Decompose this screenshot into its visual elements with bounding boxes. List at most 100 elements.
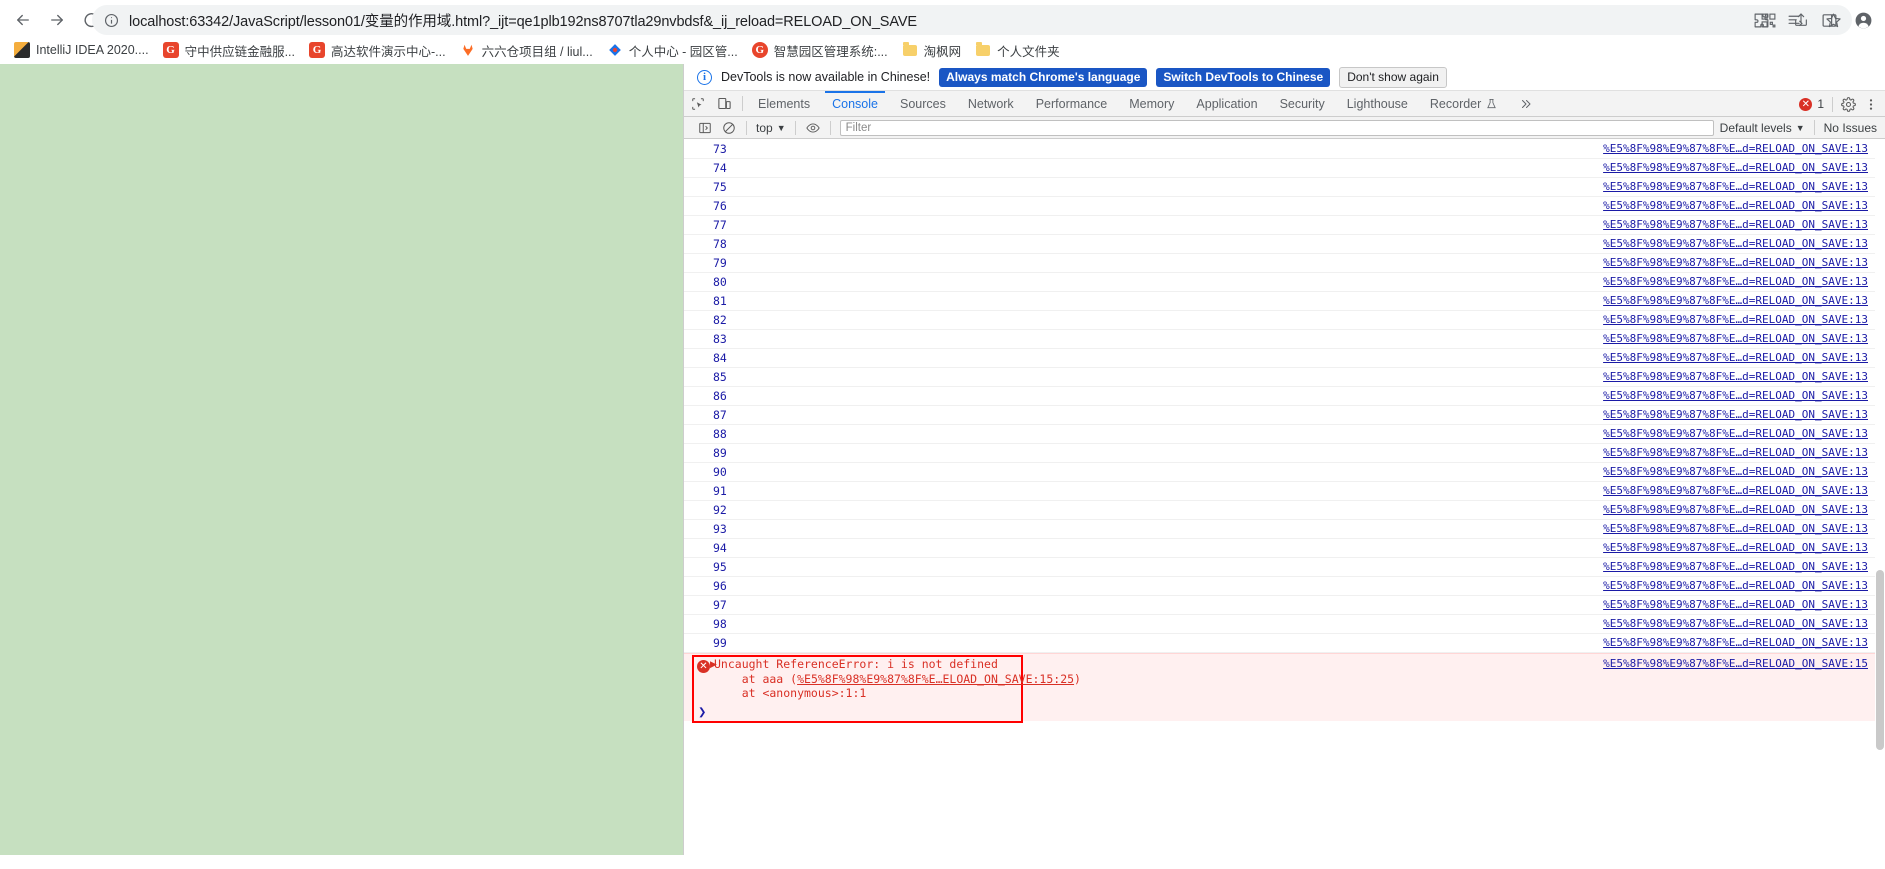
log-source-link[interactable]: %E5%8F%98%E9%87%8F%E…d=RELOAD_ON_SAVE:13 (1603, 370, 1868, 383)
console-log-row[interactable]: 83 %E5%8F%98%E9%87%8F%E…d=RELOAD_ON_SAVE:… (684, 330, 1885, 349)
bookmark-folder[interactable]: 个人文件夹 (969, 38, 1066, 62)
tab-security[interactable]: Security (1269, 91, 1336, 116)
log-source-link[interactable]: %E5%8F%98%E9%87%8F%E…d=RELOAD_ON_SAVE:13 (1603, 275, 1868, 288)
console-log-list[interactable]: 73 %E5%8F%98%E9%87%8F%E…d=RELOAD_ON_SAVE:… (684, 140, 1885, 869)
switch-devtools-chinese-button[interactable]: Switch DevTools to Chinese (1156, 67, 1331, 87)
more-tabs-icon[interactable] (1508, 91, 1544, 116)
log-source-link[interactable]: %E5%8F%98%E9%87%8F%E…d=RELOAD_ON_SAVE:13 (1603, 598, 1868, 611)
log-source-link[interactable]: %E5%8F%98%E9%87%8F%E…d=RELOAD_ON_SAVE:13 (1603, 522, 1868, 535)
tab-memory[interactable]: Memory (1118, 91, 1185, 116)
side-panel-icon[interactable] (1813, 4, 1845, 36)
tab-sources[interactable]: Sources (889, 91, 957, 116)
console-vertical-scrollbar[interactable] (1875, 140, 1885, 869)
log-source-link[interactable]: %E5%8F%98%E9%87%8F%E…d=RELOAD_ON_SAVE:13 (1603, 408, 1868, 421)
log-source-link[interactable]: %E5%8F%98%E9%87%8F%E…d=RELOAD_ON_SAVE:13 (1603, 142, 1868, 155)
site-info-icon[interactable] (104, 13, 119, 28)
bookmark-item[interactable]: G 守中供应链金融服... (157, 38, 301, 62)
log-source-link[interactable]: %E5%8F%98%E9%87%8F%E…d=RELOAD_ON_SAVE:13 (1603, 256, 1868, 269)
log-source-link[interactable]: %E5%8F%98%E9%87%8F%E…d=RELOAD_ON_SAVE:13 (1603, 465, 1868, 478)
log-source-link[interactable]: %E5%8F%98%E9%87%8F%E…d=RELOAD_ON_SAVE:13 (1603, 636, 1868, 649)
log-source-link[interactable]: %E5%8F%98%E9%87%8F%E…d=RELOAD_ON_SAVE:13 (1603, 218, 1868, 231)
issues-status[interactable]: No Issues (1824, 121, 1877, 135)
error-count-badge[interactable]: ✕ 1 (1799, 97, 1824, 111)
log-source-link[interactable]: %E5%8F%98%E9%87%8F%E…d=RELOAD_ON_SAVE:13 (1603, 541, 1868, 554)
console-log-row[interactable]: 90 %E5%8F%98%E9%87%8F%E…d=RELOAD_ON_SAVE:… (684, 463, 1885, 482)
profile-avatar-icon[interactable] (1847, 4, 1879, 36)
log-levels-dropdown[interactable]: Default levels ▼ (1720, 121, 1805, 135)
log-source-link[interactable]: %E5%8F%98%E9%87%8F%E…d=RELOAD_ON_SAVE:13 (1603, 313, 1868, 326)
log-source-link[interactable]: %E5%8F%98%E9%87%8F%E…d=RELOAD_ON_SAVE:13 (1603, 503, 1868, 516)
console-sidebar-icon[interactable] (693, 118, 717, 138)
log-source-link[interactable]: %E5%8F%98%E9%87%8F%E…d=RELOAD_ON_SAVE:13 (1603, 389, 1868, 402)
log-source-link[interactable]: %E5%8F%98%E9%87%8F%E…d=RELOAD_ON_SAVE:13 (1603, 427, 1868, 440)
forward-icon[interactable] (40, 3, 74, 37)
page-viewport[interactable] (0, 64, 683, 855)
tab-network[interactable]: Network (957, 91, 1025, 116)
filter-input[interactable]: Filter (839, 119, 1714, 136)
back-icon[interactable] (6, 3, 40, 37)
bookmark-item[interactable]: 个人中心 - 园区管... (601, 38, 744, 62)
error-source-link[interactable]: %E5%8F%98%E9%87%8F%E…ELOAD_ON_SAVE:15:25 (797, 672, 1074, 686)
tab-application[interactable]: Application (1185, 91, 1268, 116)
tab-elements[interactable]: Elements (747, 91, 821, 116)
clear-console-icon[interactable] (717, 118, 741, 138)
gear-icon[interactable] (1841, 96, 1856, 112)
console-log-row[interactable]: 98 %E5%8F%98%E9%87%8F%E…d=RELOAD_ON_SAVE:… (684, 615, 1885, 634)
log-source-link[interactable]: %E5%8F%98%E9%87%8F%E…d=RELOAD_ON_SAVE:13 (1603, 617, 1868, 630)
bookmark-folder[interactable]: 淘枫网 (896, 38, 968, 62)
console-log-row[interactable]: 87 %E5%8F%98%E9%87%8F%E…d=RELOAD_ON_SAVE:… (684, 406, 1885, 425)
console-log-row[interactable]: 76 %E5%8F%98%E9%87%8F%E…d=RELOAD_ON_SAVE:… (684, 197, 1885, 216)
bookmark-item[interactable]: G 智慧园区管理系统:... (746, 38, 894, 62)
bookmark-item[interactable]: G 高达软件演示中心-... (303, 38, 452, 62)
console-log-row[interactable]: 88 %E5%8F%98%E9%87%8F%E…d=RELOAD_ON_SAVE:… (684, 425, 1885, 444)
console-log-row[interactable]: 99 %E5%8F%98%E9%87%8F%E…d=RELOAD_ON_SAVE:… (684, 634, 1885, 653)
tab-console[interactable]: Console (821, 91, 889, 116)
kebab-menu-icon[interactable] (1864, 97, 1878, 112)
console-log-row[interactable]: 91 %E5%8F%98%E9%87%8F%E…d=RELOAD_ON_SAVE:… (684, 482, 1885, 501)
dont-show-again-button[interactable]: Don't show again (1339, 66, 1447, 88)
live-expression-eye-icon[interactable] (801, 118, 825, 138)
log-source-link[interactable]: %E5%8F%98%E9%87%8F%E…d=RELOAD_ON_SAVE:13 (1603, 294, 1868, 307)
always-match-language-button[interactable]: Always match Chrome's language (939, 67, 1148, 87)
context-selector[interactable]: top ▼ (752, 121, 790, 135)
console-log-row[interactable]: 95 %E5%8F%98%E9%87%8F%E…d=RELOAD_ON_SAVE:… (684, 558, 1885, 577)
console-log-row[interactable]: 75 %E5%8F%98%E9%87%8F%E…d=RELOAD_ON_SAVE:… (684, 178, 1885, 197)
scrollbar-thumb[interactable] (1876, 570, 1884, 750)
console-log-row[interactable]: 93 %E5%8F%98%E9%87%8F%E…d=RELOAD_ON_SAVE:… (684, 520, 1885, 539)
log-source-link[interactable]: %E5%8F%98%E9%87%8F%E…d=RELOAD_ON_SAVE:13 (1603, 446, 1868, 459)
console-log-row[interactable]: 96 %E5%8F%98%E9%87%8F%E…d=RELOAD_ON_SAVE:… (684, 577, 1885, 596)
console-log-row[interactable]: 97 %E5%8F%98%E9%87%8F%E…d=RELOAD_ON_SAVE:… (684, 596, 1885, 615)
console-log-row[interactable]: 78 %E5%8F%98%E9%87%8F%E…d=RELOAD_ON_SAVE:… (684, 235, 1885, 254)
reading-list-icon[interactable] (1779, 4, 1811, 36)
console-log-row[interactable]: 74 %E5%8F%98%E9%87%8F%E…d=RELOAD_ON_SAVE:… (684, 159, 1885, 178)
tab-recorder[interactable]: Recorder (1419, 91, 1508, 116)
log-source-link[interactable]: %E5%8F%98%E9%87%8F%E…d=RELOAD_ON_SAVE:13 (1603, 161, 1868, 174)
log-source-link[interactable]: %E5%8F%98%E9%87%8F%E…d=RELOAD_ON_SAVE:13 (1603, 579, 1868, 592)
log-source-link[interactable]: %E5%8F%98%E9%87%8F%E…d=RELOAD_ON_SAVE:13 (1603, 560, 1868, 573)
log-source-link[interactable]: %E5%8F%98%E9%87%8F%E…d=RELOAD_ON_SAVE:13 (1603, 180, 1868, 193)
tab-performance[interactable]: Performance (1025, 91, 1119, 116)
log-source-link[interactable]: %E5%8F%98%E9%87%8F%E…d=RELOAD_ON_SAVE:13 (1603, 332, 1868, 345)
console-log-row[interactable]: 79 %E5%8F%98%E9%87%8F%E…d=RELOAD_ON_SAVE:… (684, 254, 1885, 273)
console-log-row[interactable]: 85 %E5%8F%98%E9%87%8F%E…d=RELOAD_ON_SAVE:… (684, 368, 1885, 387)
console-log-row[interactable]: 92 %E5%8F%98%E9%87%8F%E…d=RELOAD_ON_SAVE:… (684, 501, 1885, 520)
console-log-row[interactable]: 73 %E5%8F%98%E9%87%8F%E…d=RELOAD_ON_SAVE:… (684, 140, 1885, 159)
console-log-row[interactable]: 86 %E5%8F%98%E9%87%8F%E…d=RELOAD_ON_SAVE:… (684, 387, 1885, 406)
error-origin-link[interactable]: %E5%8F%98%E9%87%8F%E…d=RELOAD_ON_SAVE:15 (1603, 657, 1868, 670)
log-source-link[interactable]: %E5%8F%98%E9%87%8F%E…d=RELOAD_ON_SAVE:13 (1603, 199, 1868, 212)
address-bar[interactable]: localhost:63342/JavaScript/lesson01/变量的作… (92, 5, 1852, 35)
console-log-row[interactable]: 81 %E5%8F%98%E9%87%8F%E…d=RELOAD_ON_SAVE:… (684, 292, 1885, 311)
extensions-puzzle-icon[interactable] (1745, 4, 1777, 36)
console-log-row[interactable]: 94 %E5%8F%98%E9%87%8F%E…d=RELOAD_ON_SAVE:… (684, 539, 1885, 558)
console-log-row[interactable]: 84 %E5%8F%98%E9%87%8F%E…d=RELOAD_ON_SAVE:… (684, 349, 1885, 368)
device-toolbar-icon[interactable] (711, 91, 738, 116)
tab-lighthouse[interactable]: Lighthouse (1336, 91, 1419, 116)
console-log-row[interactable]: 89 %E5%8F%98%E9%87%8F%E…d=RELOAD_ON_SAVE:… (684, 444, 1885, 463)
console-error-entry[interactable]: ✕ ▶ Uncaught ReferenceError: i is not de… (684, 653, 1885, 723)
console-log-row[interactable]: 82 %E5%8F%98%E9%87%8F%E…d=RELOAD_ON_SAVE:… (684, 311, 1885, 330)
console-log-row[interactable]: 77 %E5%8F%98%E9%87%8F%E…d=RELOAD_ON_SAVE:… (684, 216, 1885, 235)
log-source-link[interactable]: %E5%8F%98%E9%87%8F%E…d=RELOAD_ON_SAVE:13 (1603, 484, 1868, 497)
bookmark-item[interactable]: 六六仓项目组 / liul... (454, 38, 599, 62)
log-source-link[interactable]: %E5%8F%98%E9%87%8F%E…d=RELOAD_ON_SAVE:13 (1603, 351, 1868, 364)
inspect-element-icon[interactable] (684, 91, 711, 116)
